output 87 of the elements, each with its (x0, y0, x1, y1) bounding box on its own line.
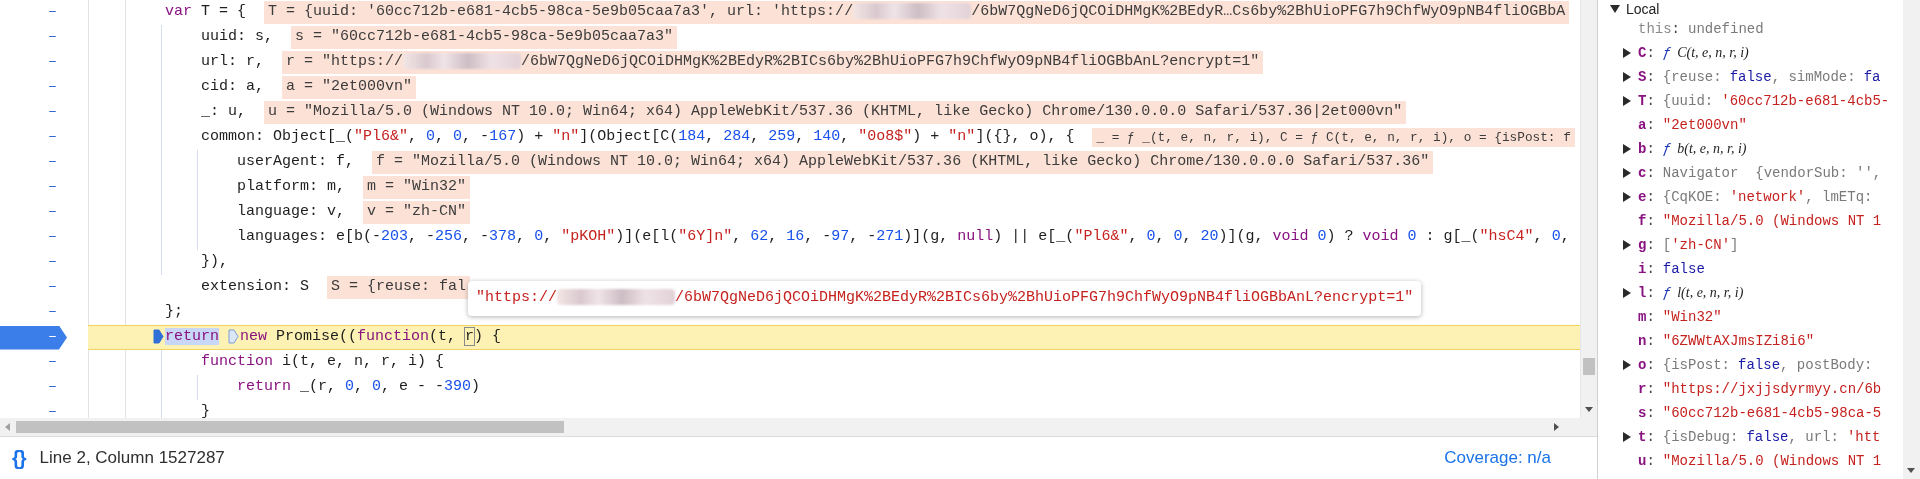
scrollbar-thumb[interactable] (1583, 358, 1595, 375)
code-line: return _(r, 0, 0, e - -390) (237, 377, 481, 398)
inline-value: T = {uuid: '60cc712b-e681-4cb5-98ca-5e9b05caa7a3', url: 'https:// /6bW7QgNeD6jQCOiDHMgK%2BEdyR…Cs6by%2BhUioPFG7h9ChfWyO9pNB4fliOGBbA (264, 1, 1570, 24)
scroll-right-arrow-icon[interactable] (1554, 423, 1559, 431)
pretty-print-button[interactable]: {} (12, 443, 26, 473)
scope-variable[interactable]: c: Navigator {vendorSub: '', (1638, 162, 1882, 184)
scope-variable[interactable]: o: {isPost: false, postBody: (1638, 354, 1873, 376)
breakpoint-marker[interactable]: – (0, 325, 67, 350)
value-tooltip: "https:// /6bW7QgNeD6jQCOiDHMgK%2BEdyR%2BICs6by%2BhUioPFG7h9ChfWyO9pNB4fliOGBbAnL?encrypt=1" (468, 281, 1422, 316)
scope-variable[interactable]: l: ƒ l(t, e, n, r, i) (1638, 282, 1744, 304)
line-number: – (47, 127, 58, 148)
expand-arrow-icon[interactable] (1622, 240, 1632, 250)
coverage-link[interactable]: Coverage: n/a (1444, 445, 1551, 471)
code-line: function i(t, e, n, r, i) { (201, 352, 445, 373)
code-line: var T = { (165, 2, 247, 23)
line-number: – (47, 2, 58, 23)
code-line: }), (201, 252, 228, 273)
inline-value: s = "60cc712b-e681-4cb5-98ca-5e9b05caa7a3" (291, 26, 678, 49)
scope-variable[interactable]: r: "https://jxjjsdyrmyy.cn/6b (1638, 378, 1882, 400)
code-line: language: v, (237, 202, 346, 223)
scope-variable[interactable]: m: "Win32" (1638, 306, 1722, 328)
scope-variable[interactable]: u: "Mozilla/5.0 (Windows NT 1 (1638, 450, 1882, 472)
scope-variable[interactable]: T: {uuid: '60cc712b-e681-4cb5- (1638, 90, 1890, 112)
expand-arrow-icon[interactable] (1622, 96, 1632, 106)
line-number: – (47, 227, 58, 248)
scope-variable[interactable]: e: {CqKOE: 'network', lmETq: (1638, 186, 1873, 208)
code-line: }; (165, 302, 183, 323)
horizontal-scrollbar[interactable] (0, 418, 1597, 436)
line-number: – (47, 152, 58, 173)
inline-value: u = "Mozilla/5.0 (Windows NT 10.0; Win64; x64) AppleWebKit/537.36 (KHTML, like Gecko) Chrome/130.0.0.0 Safari/537.36|2et000vn" (264, 101, 1407, 124)
line-number: – (47, 302, 58, 323)
scrollbar-thumb[interactable] (16, 421, 564, 433)
line-number: – (47, 102, 58, 123)
line-number: – (47, 27, 58, 48)
code-line: } (201, 402, 210, 418)
line-number: – (47, 402, 58, 418)
line-number: – (47, 202, 58, 223)
scope-variable[interactable]: b: ƒ b(t, e, n, r, i) (1638, 138, 1747, 160)
code-line: cid: a, (201, 77, 264, 98)
scope-variable[interactable]: C: ƒ C(t, e, n, r, i) (1638, 42, 1749, 64)
scope-variable[interactable]: f: "Mozilla/5.0 (Windows NT 1 (1638, 210, 1882, 232)
scope-variable[interactable]: t: {isDebug: false, url: 'htt (1638, 426, 1881, 448)
inline-value: f = "Mozilla/5.0 (Windows NT 10.0; Win64; x64) AppleWebKit/537.36 (KHTML, like Gecko) Chrome/130.0.0.0 Safari/537.36" (372, 151, 1434, 174)
expand-arrow-icon[interactable] (1622, 168, 1632, 178)
scope-scrollbar[interactable] (1903, 0, 1920, 479)
expand-arrow-icon[interactable] (1622, 144, 1632, 154)
code-line: extension: S (201, 277, 310, 298)
cursor-position: Line 2, Column 1527287 (39, 447, 225, 470)
expand-arrow-icon[interactable] (1622, 288, 1632, 298)
scroll-down-arrow-icon[interactable] (1585, 407, 1593, 412)
expand-arrow-icon[interactable] (1622, 48, 1632, 58)
code-line: common: Object[_("Pl6&", 0, 0, -167) + "n"](Object[C(184, 284, 259, 140, "0o8$") + "n"]({}, o), { (201, 127, 1075, 148)
line-number: – (47, 177, 58, 198)
expand-arrow-icon[interactable] (1622, 72, 1632, 82)
code-line: return new Promise((function(t, r) { (153, 326, 502, 349)
line-number: – (47, 77, 58, 98)
inline-value: _ = ƒ _(t, e, n, r, i), C = ƒ C(t, e, n, r, i), o = {isPost: f (1092, 127, 1575, 148)
code-line: url: r, (201, 52, 264, 73)
scope-variable[interactable]: this: undefined (1638, 18, 1764, 40)
inline-value: a = "2et000vn" (282, 76, 417, 99)
line-number: – (47, 277, 58, 298)
collapse-arrow-icon[interactable] (1610, 3, 1620, 14)
code-line: languages: e[b(-203, -256, -378, 0, "pKOH")](e[l("6Y]n", 62, 16, -97, -271)](g, null) || e[_("Pl6&", 0, 0, 20)](g, void 0) ? void 0 : g[_("hsC4", 0, (237, 227, 1570, 248)
line-number: – (47, 377, 58, 398)
scope-variable[interactable]: a: "2et000vn" (1638, 114, 1747, 136)
vertical-scrollbar[interactable] (1580, 0, 1597, 418)
scope-variable[interactable]: n: "6ZWWtAXJmsIZi8i6" (1638, 330, 1815, 352)
scope-variable[interactable]: i: false (1638, 258, 1705, 280)
expand-arrow-icon[interactable] (1622, 432, 1632, 442)
inline-value: m = "Win32" (363, 176, 471, 199)
scroll-down-arrow-icon[interactable] (1907, 468, 1916, 473)
inline-value: r = "https:// /6bW7QgNeD6jQCOiDHMgK%2BEdyR%2BICs6by%2BhUioPFG7h9ChfWyO9pNB4fliOGBbAnL?encrypt=1" (282, 51, 1264, 74)
expand-arrow-icon[interactable] (1622, 360, 1632, 370)
inline-value: S = {reuse: fal (327, 276, 471, 299)
inline-value: v = "zh-CN" (363, 201, 471, 224)
scope-variable[interactable]: g: ['zh-CN'] (1638, 234, 1739, 256)
scope-section-title[interactable]: Local (1626, 0, 1660, 17)
scope-variable[interactable]: S: {reuse: false, simMode: fa (1638, 66, 1881, 88)
code-line: _: u, (201, 102, 246, 123)
scope-variable[interactable]: s: "60cc712b-e681-4cb5-98ca-5 (1638, 402, 1882, 424)
code-line: uuid: s, (201, 27, 273, 48)
expand-arrow-icon[interactable] (1622, 192, 1632, 202)
line-number: – (47, 352, 58, 373)
code-line: platform: m, (237, 177, 346, 198)
line-number: – (47, 252, 58, 273)
line-number: – (47, 52, 58, 73)
code-line: userAgent: f, (237, 152, 355, 173)
